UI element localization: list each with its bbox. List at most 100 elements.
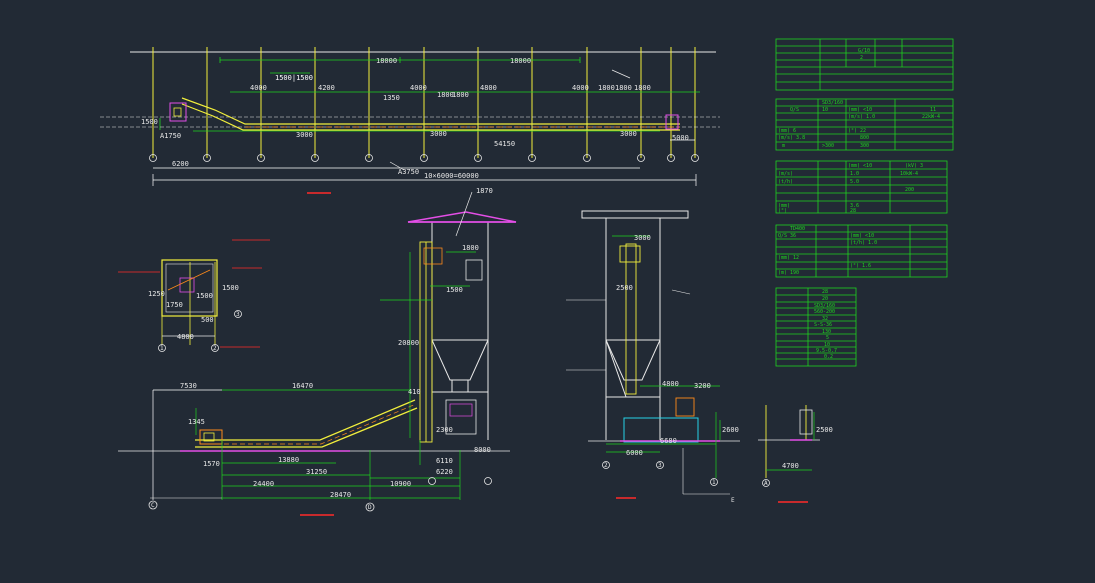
elev-vdim: 2300 [436, 426, 453, 434]
plan-dim: 1500|1500 [275, 74, 313, 82]
elev-r-dim: 3200 [694, 382, 711, 390]
table-cell: m [782, 143, 785, 149]
elev-vdim: 1800 [462, 244, 479, 252]
elev-r-dim: 6680 [660, 437, 677, 445]
elev-dim: 28470 [330, 491, 351, 499]
table-cell: 0.2 [824, 354, 833, 360]
detail-axis-label: 1 [160, 345, 164, 352]
elev-dim: 6220 [436, 468, 453, 476]
elev-dim: 6110 [436, 457, 453, 465]
plan-dim: 54150 [494, 140, 515, 148]
plan-dim: 5000 [672, 134, 689, 142]
elev-dim: 24400 [253, 480, 274, 488]
table-cell: G/10 [858, 48, 870, 54]
table-cell: 28 [822, 289, 828, 295]
table-cell: (mm) <10 [850, 233, 874, 239]
plan-dim: 4800 [480, 84, 497, 92]
table-cell: 20 [822, 296, 828, 302]
detail-axis-label: 2 [213, 345, 217, 352]
elev-dim: 1570 [203, 460, 220, 468]
elev-r-dim: 2600 [722, 426, 739, 434]
table-cell: 560-200 [814, 309, 835, 315]
table-cell: SD3/160 [822, 100, 843, 106]
elev-dim: 31250 [306, 468, 327, 476]
table-cell: 28 [850, 208, 856, 214]
elev-dim: 7530 [180, 382, 197, 390]
cad-drawing: 18000 18000 1500|1500 4000 4200 1350 400… [0, 0, 1095, 583]
table-cell: 22kW-4 [922, 114, 940, 120]
table-cell: TD400 [790, 226, 805, 232]
plan-dim: 4000 [410, 84, 427, 92]
table-cell: (t/h) 1.0 [850, 240, 877, 246]
table-cell: (m) 190 [778, 270, 799, 276]
table-cell: 200 [905, 187, 914, 193]
plan-dim: 4000 [250, 84, 267, 92]
table-cell: (mm) 6 [778, 128, 796, 134]
detail-dim: 1250 [148, 290, 165, 298]
table-cell: (mm) <10 [848, 107, 872, 113]
small-detail-dim: 4700 [782, 462, 799, 470]
axis-label: A [764, 480, 768, 487]
elev-vdim: 20800 [398, 339, 419, 347]
plan-dim: 1800 [598, 84, 615, 92]
elev-dim: 1345 [188, 418, 205, 426]
table-cell: (m/s) 1.0 [848, 114, 875, 120]
plan-dim: 18000 [376, 57, 397, 65]
table-cell: (°) [778, 208, 787, 214]
plan-dim: 1350 [383, 94, 400, 102]
table-cell: Q/S [790, 107, 799, 113]
table-cell: (m/s) 3.8 [778, 135, 805, 141]
table-cell: (mm) 12 [778, 255, 799, 261]
plan-dim: 1800 [452, 91, 469, 99]
elev-r-dim: 3000 [634, 234, 651, 242]
table-cell: 10 [822, 107, 828, 113]
plan-dim: 18000 [510, 57, 531, 65]
elev-dim: 8000 [474, 446, 491, 454]
table-cell: 1.0 [850, 171, 859, 177]
table-cell: S-S-36 [814, 322, 832, 328]
plan-dim: 1800 [634, 84, 651, 92]
elev-dim: 10900 [390, 480, 411, 488]
elev-r-dim: 6000 [626, 449, 643, 457]
small-detail-dim: 2500 [816, 426, 833, 434]
elev-dim: 16470 [292, 382, 313, 390]
table-cell: >300 [822, 143, 834, 149]
plan-dim: 10×6000=60000 [424, 172, 479, 180]
elev-vdim: 1870 [476, 187, 493, 195]
elev-vdim: 1500 [446, 286, 463, 294]
plan-dim: 4200 [318, 84, 335, 92]
axis-label: D [368, 504, 372, 511]
elev-r-dim: 2500 [616, 284, 633, 292]
plan-dim: 3000 [620, 130, 637, 138]
table-cell: 10kW-4 [900, 171, 918, 177]
table-cell: (t/h) [778, 179, 793, 185]
plan-dim: 4000 [572, 84, 589, 92]
table-cell: (m/s) [778, 171, 793, 177]
detail-dim: 4800 [177, 333, 194, 341]
detail-dim: 1500 [222, 284, 239, 292]
axis-label: 3 [658, 462, 662, 469]
elev-r-dim: 4800 [662, 380, 679, 388]
detail-dim: 1500 [196, 292, 213, 300]
plan-callout: A3750 [398, 168, 419, 176]
table-cell: 800 [860, 135, 869, 141]
axis-label: 1 [712, 479, 716, 486]
plan-side-label: 1500 [141, 118, 158, 126]
axis-label: E [731, 497, 735, 504]
table-cell: (°) 1.6 [850, 263, 871, 269]
detail-dim: 500 [201, 316, 214, 324]
plan-dim: 3000 [430, 130, 447, 138]
table-cell: 11 [930, 107, 936, 113]
table-cell: (°) 22 [848, 128, 866, 134]
table-cell: 5 [826, 335, 829, 341]
elev-dim: 13880 [278, 456, 299, 464]
elev-vdim: 410 [408, 388, 421, 396]
detail-axis-label: 3 [236, 311, 240, 318]
table-cell: (kV) 3 [905, 163, 923, 169]
table-cell: Q/S 36 [778, 233, 796, 239]
table-cell: 300 [860, 143, 869, 149]
table-cell: 2 [860, 55, 863, 61]
axis-label: C [151, 502, 155, 509]
plan-dim: 1800 [615, 84, 632, 92]
detail-dim: 1750 [166, 301, 183, 309]
